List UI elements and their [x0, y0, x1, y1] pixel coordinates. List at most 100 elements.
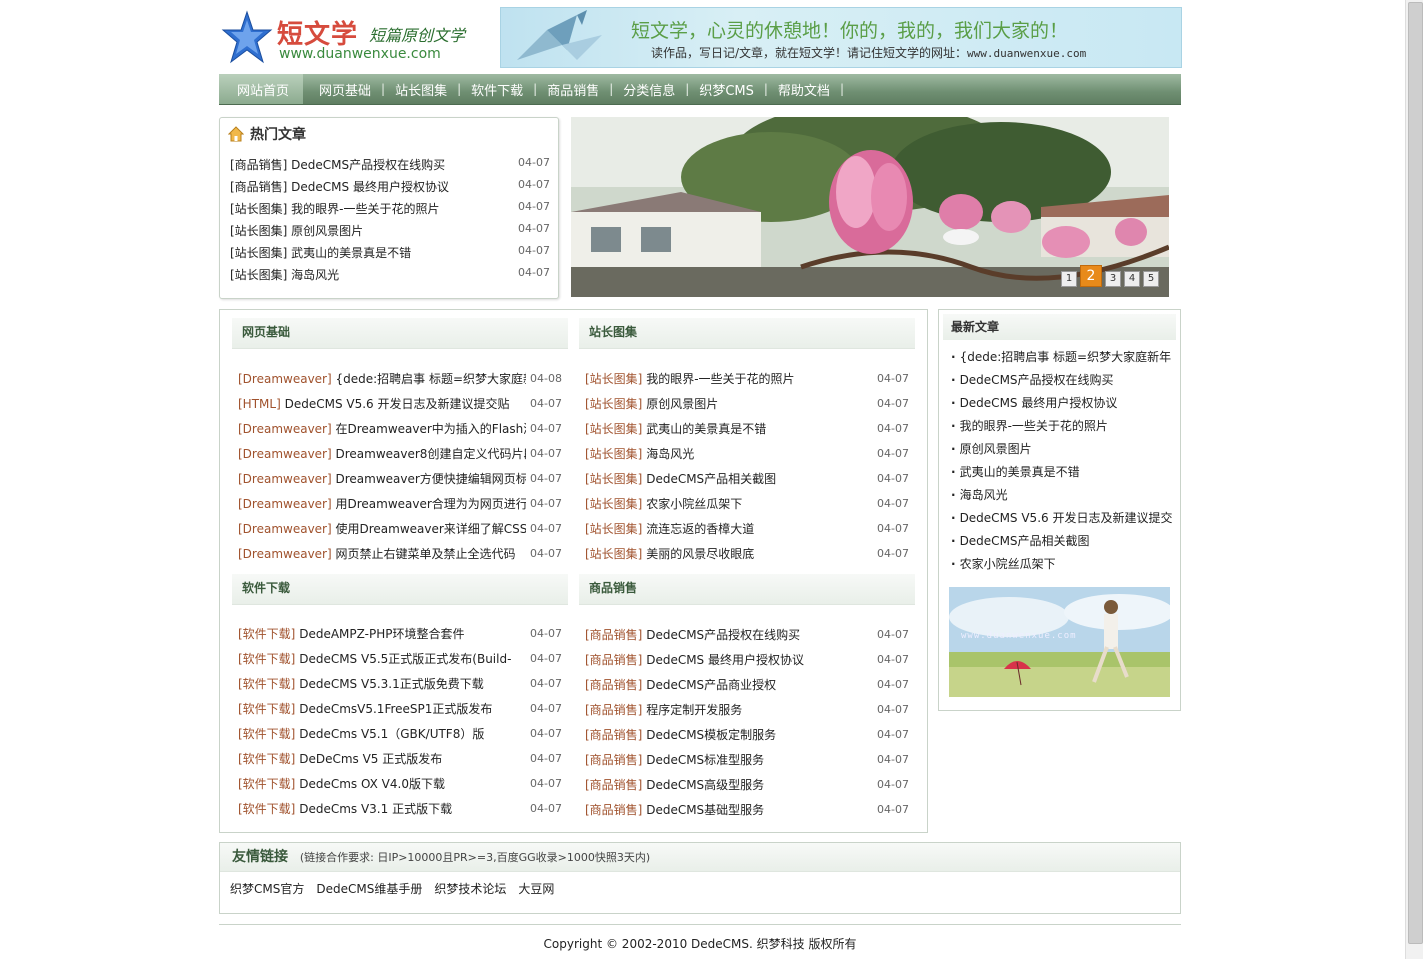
article-category-link[interactable]: [商品销售] — [585, 753, 642, 767]
article-category-link[interactable]: [Dreamweaver] — [238, 497, 332, 511]
article-category-link[interactable]: [站长图集] — [585, 372, 642, 386]
latest-article-item[interactable]: DedeCMS V5.6 开发日志及新建议提交 — [951, 507, 1177, 530]
image-slideshow[interactable]: 12345 — [571, 117, 1169, 297]
article-category-link[interactable]: [软件下载] — [238, 727, 295, 741]
slide-page-3[interactable]: 3 — [1105, 271, 1121, 287]
nav-item-6[interactable]: 织梦CMS — [689, 74, 764, 104]
article-row[interactable]: [Dreamweaver] {dede:招聘启事 标题=织梦大家庭新 04-08 — [238, 366, 562, 391]
article-link[interactable]: Dreamweaver8创建自定义代码片段 — [336, 447, 527, 461]
article-category-link[interactable]: [HTML] — [238, 397, 281, 411]
article-row[interactable]: [商品销售] DedeCMS模板定制服务 04-07 — [585, 722, 909, 747]
article-category-link[interactable]: [商品销售] — [585, 678, 642, 692]
article-category-link[interactable]: [站长图集] — [585, 497, 642, 511]
hot-article-item[interactable]: [站长图集] 原创风景图片 04-07 — [230, 222, 550, 244]
article-category-link[interactable]: [站长图集] — [585, 422, 642, 436]
article-title[interactable]: [站长图集] 我的眼界-一些关于花的照片 — [585, 370, 873, 387]
hot-article-link[interactable]: [站长图集] 原创风景图片 — [230, 222, 363, 244]
article-category-link[interactable]: [商品销售] — [585, 703, 642, 717]
article-category-link[interactable]: [Dreamweaver] — [238, 547, 332, 561]
article-row[interactable]: [软件下载] DedeAMPZ-PHP环境整合套件 04-07 — [238, 621, 562, 646]
article-row[interactable]: [软件下载] DedeCMS V5.5正式版正式发布(Build- 04-07 — [238, 646, 562, 671]
header-banner[interactable]: 短文学，心灵的休憩地！你的，我的，我们大家的！ 读作品，写日记/文章，就在短文学… — [500, 7, 1182, 68]
article-title[interactable]: [软件下载] DedeCms V5.1（GBK/UTF8）版 — [238, 725, 526, 742]
latest-article-item[interactable]: DedeCMS产品相关截图 — [951, 530, 1177, 553]
section-web-basics-title[interactable]: 网页基础 — [232, 318, 568, 349]
section-software-title[interactable]: 软件下载 — [232, 574, 568, 605]
article-row[interactable]: [商品销售] DedeCMS产品授权在线购买 04-07 — [585, 622, 909, 647]
article-title[interactable]: [商品销售] DedeCMS 最终用户授权协议 — [585, 651, 873, 668]
article-title[interactable]: [Dreamweaver] Dreamweaver方便快捷编辑网页标签 — [238, 470, 526, 487]
article-link[interactable]: DedeCmsV5.1FreeSP1正式版发布 — [299, 702, 492, 716]
vertical-scrollbar[interactable] — [1405, 0, 1423, 959]
article-row[interactable]: [站长图集] 武夷山的美景真是不错 04-07 — [585, 416, 909, 441]
article-link[interactable]: DedeCMS模板定制服务 — [646, 728, 776, 742]
hot-article-link[interactable]: [站长图集] 海岛风光 — [230, 266, 339, 288]
article-row[interactable]: [商品销售] DedeCMS基础型服务 04-07 — [585, 797, 909, 822]
article-category-link[interactable]: [软件下载] — [238, 777, 295, 791]
article-row[interactable]: [站长图集] 原创风景图片 04-07 — [585, 391, 909, 416]
article-title[interactable]: [软件下载] DedeCMS V5.5正式版正式发布(Build- — [238, 650, 526, 667]
article-row[interactable]: [商品销售] 程序定制开发服务 04-07 — [585, 697, 909, 722]
article-title[interactable]: [商品销售] 程序定制开发服务 — [585, 701, 873, 718]
hot-article-item[interactable]: [站长图集] 我的眼界-一些关于花的照片 04-07 — [230, 200, 550, 222]
nav-item-2[interactable]: 站长图集 — [385, 74, 457, 104]
article-title[interactable]: [Dreamweaver] 用Dreamweaver合理为为网页进行优 — [238, 495, 526, 512]
latest-article-item[interactable]: {dede:招聘启事 标题=织梦大家庭新年 — [951, 346, 1177, 369]
nav-item-0[interactable]: 网站首页 — [219, 74, 304, 104]
article-row[interactable]: [Dreamweaver] Dreamweaver方便快捷编辑网页标签 04-07 — [238, 466, 562, 491]
article-category-link[interactable]: [Dreamweaver] — [238, 372, 332, 386]
friend-link[interactable]: DedeCMS维基手册 — [316, 880, 422, 897]
latest-article-item[interactable]: DedeCMS 最终用户授权协议 — [951, 392, 1177, 415]
article-category-link[interactable]: [站长图集] — [585, 447, 642, 461]
article-category-link[interactable]: [软件下载] — [238, 652, 295, 666]
article-link[interactable]: 网页禁止右键菜单及禁止全选代码 — [336, 547, 516, 561]
article-title[interactable]: [站长图集] 海岛风光 — [585, 445, 873, 462]
sidebar-photo[interactable]: www.duanwenxue.com — [949, 587, 1170, 697]
article-link[interactable]: DedeCMS 最终用户授权协议 — [646, 653, 804, 667]
article-category-link[interactable]: [商品销售] — [585, 778, 642, 792]
article-link[interactable]: 美丽的风景尽收眼底 — [646, 547, 754, 561]
hot-article-link[interactable]: [商品销售] DedeCMS 最终用户授权协议 — [230, 178, 449, 200]
article-link[interactable]: DedeCMS V5.3.1正式版免费下载 — [299, 677, 484, 691]
article-link[interactable]: 用Dreamweaver合理为为网页进行优 — [336, 497, 527, 511]
article-title[interactable]: [软件下载] DeDeCms V5 正式版发布 — [238, 750, 526, 767]
article-category-link[interactable]: [软件下载] — [238, 752, 295, 766]
slide-page-2[interactable]: 2 — [1080, 265, 1102, 287]
article-link[interactable]: Dreamweaver方便快捷编辑网页标签 — [336, 472, 527, 486]
article-link[interactable]: DedeCMS标准型服务 — [646, 753, 764, 767]
article-row[interactable]: [站长图集] 我的眼界-一些关于花的照片 04-07 — [585, 366, 909, 391]
article-category-link[interactable]: [Dreamweaver] — [238, 522, 332, 536]
article-row[interactable]: [站长图集] 农家小院丝瓜架下 04-07 — [585, 491, 909, 516]
article-link[interactable]: DedeCMS V5.5正式版正式发布(Build- — [299, 652, 511, 666]
friend-link[interactable]: 织梦CMS官方 — [230, 880, 304, 897]
article-link[interactable]: DedeCMS产品相关截图 — [646, 472, 776, 486]
slide-page-4[interactable]: 4 — [1124, 271, 1140, 287]
article-row[interactable]: [商品销售] DedeCMS 最终用户授权协议 04-07 — [585, 647, 909, 672]
article-title[interactable]: [Dreamweaver] {dede:招聘启事 标题=织梦大家庭新 — [238, 370, 526, 387]
article-row[interactable]: [站长图集] 美丽的风景尽收眼底 04-07 — [585, 541, 909, 566]
article-title[interactable]: [商品销售] DedeCMS基础型服务 — [585, 801, 873, 818]
article-row[interactable]: [软件下载] DedeCms OX V4.0版下载 04-07 — [238, 771, 562, 796]
hot-article-item[interactable]: [站长图集] 武夷山的美景真是不错 04-07 — [230, 244, 550, 266]
article-link[interactable]: DedeCms OX V4.0版下载 — [299, 777, 445, 791]
article-title[interactable]: [商品销售] DedeCMS标准型服务 — [585, 751, 873, 768]
article-title[interactable]: [Dreamweaver] 在Dreamweaver中为插入的Flash添 — [238, 420, 526, 437]
article-category-link[interactable]: [站长图集] — [585, 472, 642, 486]
article-category-link[interactable]: [站长图集] — [585, 547, 642, 561]
article-title[interactable]: [软件下载] DedeCms OX V4.0版下载 — [238, 775, 526, 792]
site-logo[interactable]: 短文学 短篇原创文学 www.duanwenxue.com — [219, 6, 479, 66]
article-title[interactable]: [站长图集] 美丽的风景尽收眼底 — [585, 545, 873, 562]
article-title[interactable]: [软件下载] DedeAMPZ-PHP环境整合套件 — [238, 625, 526, 642]
article-category-link[interactable]: [商品销售] — [585, 803, 642, 817]
article-row[interactable]: [商品销售] DedeCMS高级型服务 04-07 — [585, 772, 909, 797]
article-link[interactable]: DedeAMPZ-PHP环境整合套件 — [299, 627, 464, 641]
article-row[interactable]: [Dreamweaver] 用Dreamweaver合理为为网页进行优 04-07 — [238, 491, 562, 516]
nav-item-4[interactable]: 商品销售 — [537, 74, 609, 104]
latest-article-item[interactable]: DedeCMS产品授权在线购买 — [951, 369, 1177, 392]
article-row[interactable]: [Dreamweaver] 在Dreamweaver中为插入的Flash添 04-… — [238, 416, 562, 441]
hot-article-link[interactable]: [站长图集] 我的眼界-一些关于花的照片 — [230, 200, 440, 222]
article-link[interactable]: DedeCms V3.1 正式版下载 — [299, 802, 452, 816]
article-title[interactable]: [软件下载] DedeCMS V5.3.1正式版免费下载 — [238, 675, 526, 692]
article-category-link[interactable]: [商品销售] — [585, 628, 642, 642]
nav-item-7[interactable]: 帮助文档 — [768, 74, 840, 104]
